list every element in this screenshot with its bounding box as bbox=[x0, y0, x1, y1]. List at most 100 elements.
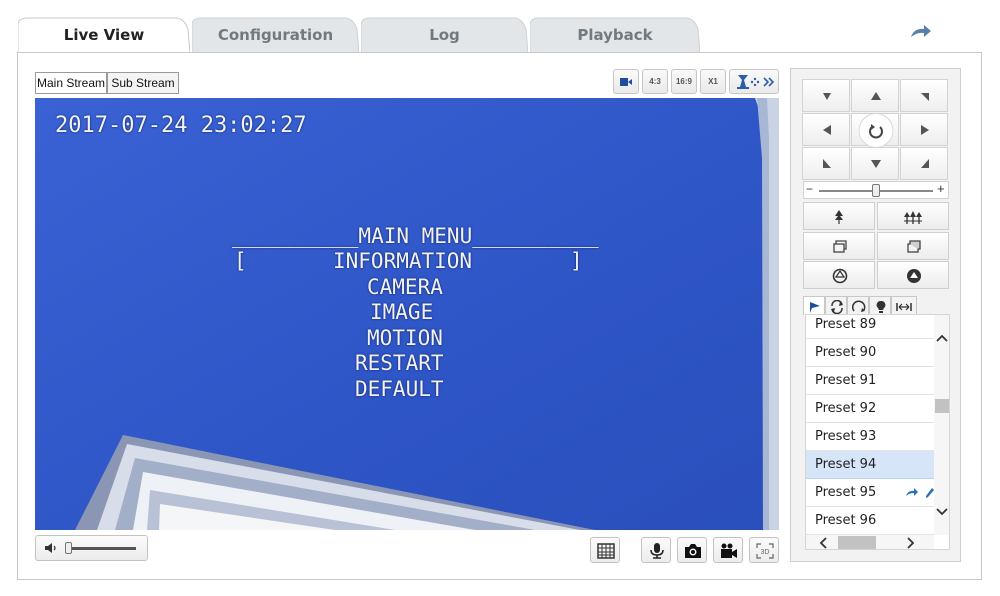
arrow-down-left-icon bbox=[823, 159, 831, 168]
aspect-16-9-button[interactable]: 16:9 bbox=[671, 69, 697, 94]
speed-plus-label: + bbox=[937, 181, 945, 196]
scroll-thumb-vertical[interactable] bbox=[935, 399, 949, 413]
tab-light[interactable] bbox=[869, 296, 891, 316]
osd-menu-item: DEFAULT bbox=[355, 377, 444, 401]
auto-rotate-icon bbox=[869, 124, 883, 139]
tree-multi-icon bbox=[904, 211, 922, 224]
one-touch-icon bbox=[896, 303, 912, 311]
speed-minus-label: − bbox=[806, 182, 814, 196]
arrow-down-right-icon bbox=[921, 159, 929, 168]
ptz-down-left-button[interactable] bbox=[802, 147, 850, 180]
scroll-down-icon[interactable] bbox=[936, 507, 948, 517]
preset-item[interactable]: Preset 95 bbox=[806, 479, 934, 507]
camera-icon bbox=[685, 544, 701, 558]
ptz-up-right-button[interactable] bbox=[900, 79, 948, 112]
scroll-right-icon[interactable] bbox=[906, 537, 916, 549]
video-camera-icon bbox=[721, 543, 737, 558]
ptz-auto-button[interactable] bbox=[851, 113, 899, 147]
tab-configuration[interactable]: Configuration bbox=[192, 17, 359, 53]
preset-item[interactable]: Preset 89 bbox=[806, 315, 934, 339]
arrow-up-icon bbox=[871, 92, 881, 100]
scroll-thumb-horizontal[interactable] bbox=[838, 536, 876, 549]
osd-menu-item: CAMERA bbox=[367, 275, 443, 299]
scale-x1-button[interactable]: X1 bbox=[700, 69, 726, 94]
tab-log[interactable]: Log bbox=[361, 17, 528, 53]
volume-control[interactable] bbox=[35, 535, 148, 561]
preset-item[interactable]: Preset 93 bbox=[806, 423, 934, 451]
patrol-icon bbox=[831, 300, 843, 314]
scroll-up-icon[interactable] bbox=[936, 333, 948, 343]
preset-list[interactable]: Preset 89 Preset 90 Preset 91 Preset 92 … bbox=[805, 314, 950, 550]
3d-zoom-button[interactable]: 3D bbox=[749, 537, 779, 563]
tab-label: Live View bbox=[63, 26, 145, 44]
volume-slider-thumb[interactable] bbox=[65, 542, 72, 554]
capture-button[interactable] bbox=[677, 537, 707, 563]
scroll-left-icon[interactable] bbox=[818, 537, 828, 549]
aspect-4-3-button[interactable]: 4:3 bbox=[642, 69, 668, 94]
tab-label: Configuration bbox=[217, 26, 334, 44]
preset-item[interactable]: Preset 90 bbox=[806, 339, 934, 367]
microphone-icon bbox=[650, 543, 664, 559]
ptz-speed-control[interactable]: − + bbox=[803, 181, 949, 199]
tab-pattern[interactable] bbox=[847, 296, 869, 316]
tab-label: Playback bbox=[577, 26, 653, 44]
ptz-down-button[interactable] bbox=[851, 147, 899, 180]
record-button[interactable] bbox=[713, 537, 743, 563]
zoom-out-button[interactable] bbox=[877, 202, 949, 230]
focus-far-button[interactable] bbox=[877, 232, 949, 260]
preset-item-label: Preset 95 bbox=[815, 485, 877, 500]
zoom-in-button[interactable] bbox=[803, 202, 875, 230]
iris-open-button[interactable] bbox=[803, 261, 875, 289]
set-preset-icon[interactable] bbox=[926, 488, 934, 498]
app-root: Live View Configuration Log Playback Mai… bbox=[0, 0, 1000, 596]
tab-one-touch[interactable] bbox=[891, 296, 917, 316]
preset-item[interactable]: Preset 92 bbox=[806, 395, 934, 423]
focus-near-icon bbox=[833, 240, 847, 253]
tab-live-view[interactable]: Live View bbox=[18, 17, 190, 53]
speaker-icon bbox=[45, 543, 56, 553]
tab-preset[interactable] bbox=[803, 296, 825, 316]
sub-stream-button[interactable]: Sub Stream bbox=[107, 72, 179, 94]
preset-item[interactable]: Preset 91 bbox=[806, 367, 934, 395]
arrow-left-icon bbox=[823, 125, 831, 135]
preset-scrollbar-vertical[interactable] bbox=[934, 315, 949, 535]
ptz-expand-icon bbox=[737, 75, 775, 89]
ptz-right-button[interactable] bbox=[900, 113, 948, 146]
iris-open-icon bbox=[832, 268, 848, 284]
tree-small-icon bbox=[835, 210, 843, 224]
ptz-grid-button[interactable] bbox=[590, 537, 620, 563]
microphone-button[interactable] bbox=[641, 537, 671, 563]
ptz-expand-button[interactable] bbox=[729, 69, 779, 94]
call-preset-icon[interactable] bbox=[905, 487, 919, 499]
light-icon bbox=[876, 300, 886, 313]
speed-slider-thumb[interactable] bbox=[872, 184, 880, 197]
ptz-up-button[interactable] bbox=[851, 79, 899, 112]
tab-playback[interactable]: Playback bbox=[530, 17, 700, 53]
osd-menu-item: IMAGE bbox=[370, 300, 434, 324]
ptz-down-right-button[interactable] bbox=[900, 147, 948, 180]
pattern-icon bbox=[852, 300, 866, 312]
3d-zoom-icon: 3D bbox=[756, 543, 774, 559]
live-video[interactable]: 2017-07-24 23:02:27 __________MAIN MENU_… bbox=[35, 98, 779, 530]
video-window-button[interactable] bbox=[613, 69, 639, 94]
focus-far-icon bbox=[907, 240, 921, 253]
osd-menu-item: MOTION bbox=[367, 326, 443, 350]
osd-menu-item: RESTART bbox=[355, 351, 444, 375]
preset-item-selected[interactable]: Preset 94 bbox=[806, 451, 934, 479]
ptz-left-button[interactable] bbox=[802, 113, 850, 146]
svg-text:3D: 3D bbox=[761, 549, 770, 556]
logout-icon[interactable] bbox=[908, 22, 934, 44]
arrow-down-icon bbox=[871, 160, 881, 168]
preset-item[interactable]: Preset 96 bbox=[806, 507, 934, 535]
main-stream-button[interactable]: Main Stream bbox=[35, 72, 107, 94]
focus-near-button[interactable] bbox=[803, 232, 875, 260]
tab-patrol[interactable] bbox=[825, 296, 847, 316]
osd-timestamp: 2017-07-24 23:02:27 bbox=[55, 113, 307, 138]
arrow-up-right-icon bbox=[921, 93, 929, 101]
preset-icon bbox=[810, 302, 820, 313]
iris-close-button[interactable] bbox=[877, 261, 949, 289]
volume-track[interactable] bbox=[66, 547, 136, 550]
preset-scrollbar-horizontal[interactable] bbox=[806, 535, 934, 549]
tab-label: Log bbox=[429, 26, 460, 44]
ptz-up-left-button[interactable] bbox=[802, 79, 850, 112]
